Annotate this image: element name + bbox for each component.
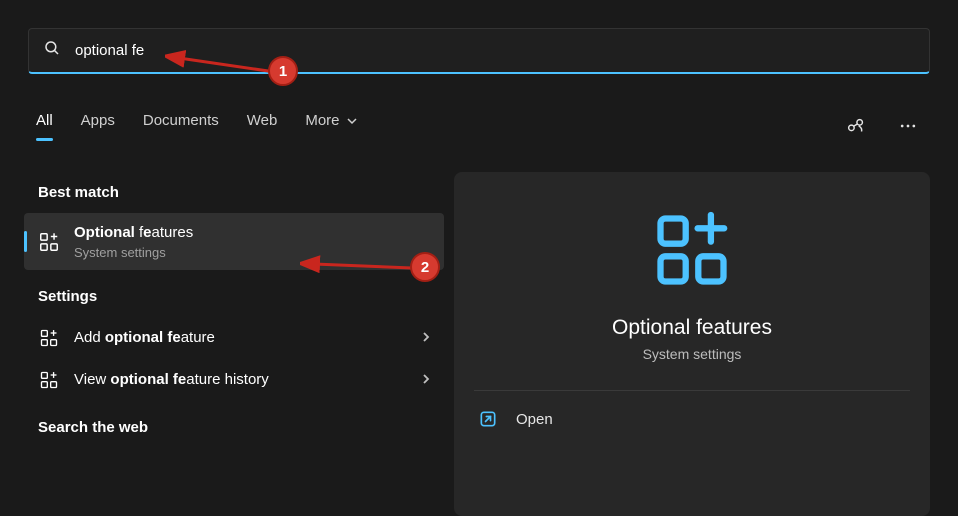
open-external-icon [478,409,498,429]
open-action-label: Open [516,411,553,428]
result-view-optional-feature-history[interactable]: View optional feature history [24,359,444,401]
tab-web[interactable]: Web [247,112,278,139]
chevron-down-icon [346,115,358,127]
chevron-right-icon [420,330,432,346]
apps-add-icon [38,327,60,349]
tab-apps[interactable]: Apps [81,112,115,139]
open-action[interactable]: Open [474,391,910,447]
result-optional-features[interactable]: Optional features System settings [24,213,444,270]
annotation-badge-1: 1 [268,56,298,86]
share-icon-button[interactable] [840,110,872,142]
apps-add-icon [38,369,60,391]
section-settings: Settings [24,280,444,317]
results-list: Best match Optional features System sett… [24,176,444,448]
search-bar[interactable] [28,28,930,74]
apps-add-icon [38,231,60,253]
preview-title: Optional features [612,316,772,340]
filter-tabs: All Apps Documents Web More [36,112,358,139]
annotation-badge-2: 2 [410,252,440,282]
search-input[interactable] [75,42,915,59]
preview-panel: Optional features System settings Open [454,172,930,516]
result-subtitle: System settings [74,245,432,260]
apps-add-icon [650,208,734,292]
more-icon-button[interactable] [892,110,924,142]
tab-more[interactable]: More [305,112,357,139]
result-title: Optional features [74,223,432,243]
tab-all[interactable]: All [36,112,53,139]
tab-more-label: More [305,112,339,129]
preview-subtitle: System settings [643,346,742,362]
search-icon [43,39,61,62]
section-best-match: Best match [24,176,444,213]
result-title: View optional feature history [74,370,406,390]
result-title: Add optional feature [74,328,406,348]
result-add-optional-feature[interactable]: Add optional feature [24,317,444,359]
section-search-web: Search the web [24,411,444,448]
chevron-right-icon [420,372,432,388]
tab-documents[interactable]: Documents [143,112,219,139]
